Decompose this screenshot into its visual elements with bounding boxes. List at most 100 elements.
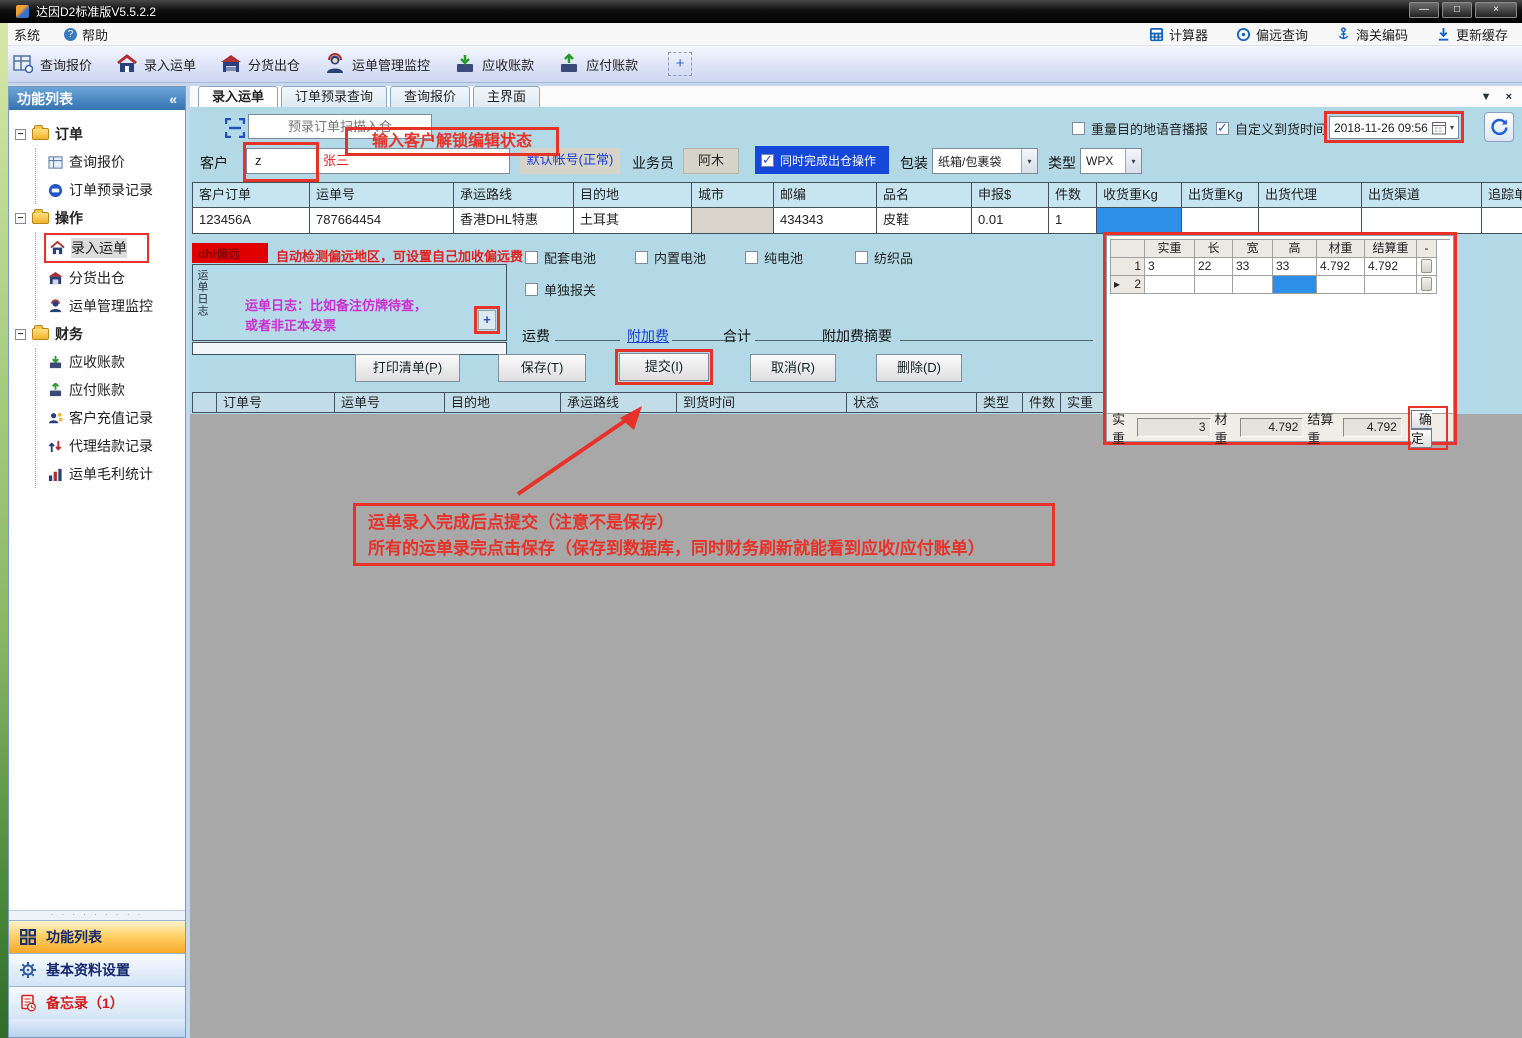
save-button[interactable]: 保存(T) (498, 354, 586, 382)
freight-value-line[interactable] (555, 326, 620, 341)
print-list-button[interactable]: 打印清单(P) (355, 354, 460, 382)
sidebar-item-dispatch-warehouse[interactable]: 分货出仓 (36, 264, 183, 292)
cell-waybill-number[interactable]: 787664454 (310, 208, 454, 234)
sidebar-button-function-list[interactable]: 功能列表 (9, 920, 185, 953)
cell-ship-channel[interactable] (1362, 208, 1482, 234)
collapse-minus-icon[interactable]: − (15, 329, 26, 340)
custom-arrival-time-option[interactable]: 自定义到货时间 (1216, 119, 1326, 138)
sidebar-item-enter-waybill[interactable]: 录入运单 (36, 232, 183, 264)
confirm-button[interactable]: 确定 (1411, 410, 1432, 448)
cell-height-selected[interactable] (1273, 276, 1317, 294)
complete-outbound-option[interactable]: 同时完成出仓操作 (755, 146, 889, 174)
tab-close-icon[interactable]: × (1506, 91, 1512, 103)
toolbar-payables[interactable]: 应付账款 (558, 53, 638, 75)
cell-declared-value[interactable]: 0.01 (972, 208, 1049, 234)
checkbox-unchecked-icon[interactable] (855, 251, 868, 264)
sidebar-item-query-quote[interactable]: 查询报价 (36, 148, 183, 176)
cell-carrier-route[interactable]: 香港DHL特惠 (454, 208, 574, 234)
toolbar-dispatch-warehouse[interactable]: 分货出仓 (220, 53, 300, 75)
maximize-button[interactable]: □ (1442, 2, 1472, 18)
toolbar-receivables[interactable]: 应收账款 (454, 53, 534, 75)
cell-weight[interactable]: 3 (1145, 258, 1195, 276)
row-more-button[interactable] (1421, 277, 1432, 291)
refresh-button[interactable] (1484, 112, 1514, 142)
submit-button[interactable]: 提交(I) (619, 353, 709, 381)
checkbox-unchecked-icon[interactable] (525, 251, 538, 264)
toolbar-add-button[interactable]: + (668, 52, 692, 76)
dimensions-row-2[interactable]: ▸2 (1111, 276, 1450, 294)
waybill-table-row[interactable]: 123456A 787664454 香港DHL特惠 土耳其 434343 皮鞋 … (192, 208, 1522, 234)
textile-option[interactable]: 纺织品 (855, 248, 913, 267)
cell-receive-weight[interactable] (1097, 208, 1182, 234)
arrival-time-picker[interactable]: 2018-11-26 09:56 ▾ (1329, 116, 1459, 139)
sidebar-group-finance[interactable]: − 财务 (15, 320, 183, 348)
battery-pure-option[interactable]: 纯电池 (745, 248, 803, 267)
sidebar-splitter[interactable]: · · · · · · · · · (9, 910, 185, 920)
voice-broadcast-option[interactable]: 重量目的地语音播报 (1072, 119, 1208, 138)
cell-product-name[interactable]: 皮鞋 (877, 208, 972, 234)
battery-internal-option[interactable]: 内置电池 (635, 248, 706, 267)
separate-customs-option[interactable]: 单独报关 (525, 280, 596, 299)
sidebar-item-payables[interactable]: 应付账款 (36, 376, 183, 404)
menu-help[interactable]: ? 帮助 (64, 25, 108, 44)
cell-width[interactable]: 33 (1233, 258, 1273, 276)
tab-preorder-query[interactable]: 订单预录查询 (281, 86, 387, 107)
checkbox-unchecked-icon[interactable] (635, 251, 648, 264)
sidebar-item-preorder-record[interactable]: 订单预录记录 (36, 176, 183, 204)
menu-remote-query[interactable]: 偏远查询 (1236, 25, 1308, 44)
cell-customer-order[interactable]: 123456A (192, 208, 310, 234)
cell-city[interactable] (692, 208, 774, 234)
collapse-minus-icon[interactable]: − (15, 129, 26, 140)
menu-calculator[interactable]: 计算器 (1149, 25, 1208, 44)
type-select[interactable]: WPX ▾ (1080, 148, 1142, 174)
checkbox-checked-icon[interactable] (761, 154, 774, 167)
sidebar-item-receivables[interactable]: 应收账款 (36, 348, 183, 376)
cell-tracking[interactable] (1482, 208, 1522, 234)
tab-main-screen[interactable]: 主界面 (473, 86, 540, 107)
cell-length[interactable] (1195, 276, 1233, 294)
checkbox-unchecked-icon[interactable] (745, 251, 758, 264)
dimensions-row-1[interactable]: 1 3 22 33 33 4.792 4.792 (1111, 258, 1450, 276)
cell-pieces[interactable]: 1 (1049, 208, 1097, 234)
surcharge-link[interactable]: 附加费 (627, 326, 669, 346)
sidebar-item-agent-settlement[interactable]: 代理结款记录 (36, 432, 183, 460)
cell-length[interactable]: 22 (1195, 258, 1233, 276)
sidebar-collapse-icon[interactable]: « (169, 91, 177, 107)
tab-dropdown-icon[interactable]: ▼ (1481, 91, 1492, 103)
battery-packed-option[interactable]: 配套电池 (525, 248, 596, 267)
cell-width[interactable] (1233, 276, 1273, 294)
calendar-icon[interactable] (1432, 121, 1446, 135)
minimize-button[interactable]: — (1409, 2, 1439, 18)
menu-update-cache[interactable]: 更新缓存 (1436, 25, 1508, 44)
toolbar-waybill-monitor[interactable]: 运单管理监控 (324, 53, 430, 75)
sidebar-item-profit-stats[interactable]: 运单毛利统计 (36, 460, 183, 488)
cell-ship-weight[interactable] (1182, 208, 1259, 234)
chevron-down-icon[interactable]: ▾ (1450, 123, 1454, 132)
sidebar-button-basic-settings[interactable]: 基本资料设置 (9, 953, 185, 986)
cell-destination[interactable]: 土耳其 (574, 208, 692, 234)
cell-weight[interactable] (1145, 276, 1195, 294)
cancel-button[interactable]: 取消(R) (750, 354, 836, 382)
close-button[interactable]: × (1475, 2, 1517, 18)
cell-height[interactable]: 33 (1273, 258, 1317, 276)
cell-zipcode[interactable]: 434343 (774, 208, 877, 234)
waybill-log-box[interactable]: 运单日志 运单日志：比如备注仿牌待查， 或者非正本发票 + (192, 264, 507, 341)
toolbar-enter-waybill[interactable]: 录入运单 (116, 53, 196, 75)
tab-query-quote[interactable]: 查询报价 (390, 86, 470, 107)
checkbox-unchecked-icon[interactable] (1072, 122, 1085, 135)
delete-button[interactable]: 删除(D) (876, 354, 962, 382)
sidebar-group-order[interactable]: − 订单 (15, 120, 183, 148)
cell-ship-agent[interactable] (1259, 208, 1362, 234)
menu-system[interactable]: 系统 (14, 25, 40, 44)
cell-billing-weight[interactable]: 4.792 (1365, 258, 1417, 276)
toolbar-query-quote[interactable]: 查询报价 (12, 53, 92, 75)
tab-enter-waybill[interactable]: 录入运单 (198, 86, 278, 107)
salesman-value[interactable]: 阿木 (683, 148, 739, 174)
cell-volume-weight[interactable] (1317, 276, 1365, 294)
checkbox-unchecked-icon[interactable] (525, 283, 538, 296)
surcharge-summary-line[interactable] (900, 326, 1093, 341)
sidebar-group-operation[interactable]: − 操作 (15, 204, 183, 232)
menu-customs-code[interactable]: 海关编码 (1336, 25, 1408, 44)
package-select[interactable]: 纸箱/包裹袋 ▾ (932, 148, 1038, 174)
row-more-button[interactable] (1421, 259, 1432, 273)
